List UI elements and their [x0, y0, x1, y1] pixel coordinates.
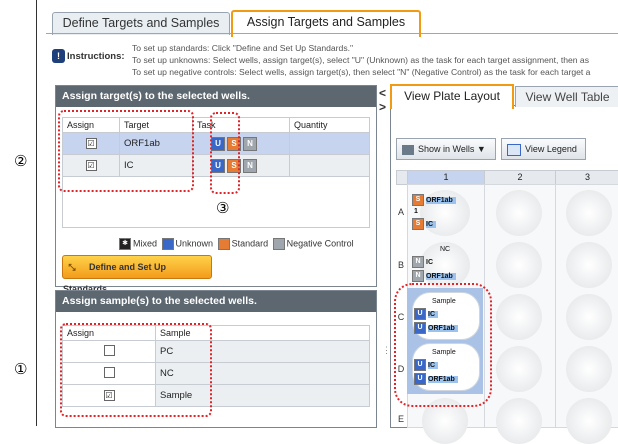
define-standards-button[interactable]: ⤡ Define and Set Up Standards: [62, 255, 212, 294]
view-legend-label: View Legend: [525, 144, 577, 154]
view-legend-button[interactable]: View Legend: [501, 138, 586, 160]
task-negative-button[interactable]: N: [243, 158, 257, 173]
row-header[interactable]: A: [396, 207, 406, 217]
negative-control-icon: [272, 238, 285, 250]
well-b1-sample: NC: [440, 246, 451, 253]
standard-icon: [217, 238, 230, 250]
well-a1-target1: S ORF1ab: [412, 194, 456, 206]
task-legend: ✱ Mixed Unknown Standard Negative Control: [117, 238, 354, 250]
well[interactable]: [496, 242, 542, 288]
assign-samples-title: Assign sample(s) to the selected wells.: [56, 291, 376, 312]
legend-mixed: Mixed: [133, 238, 158, 249]
instruction-line: To set up standards: Click "Define and S…: [132, 43, 354, 53]
wells-icon: [402, 144, 414, 155]
show-in-wells-button[interactable]: Show in Wells ▼: [396, 138, 496, 160]
legend-icon: [507, 143, 521, 156]
highlight-assign-target: [58, 110, 194, 192]
column-header[interactable]: 1: [407, 170, 485, 185]
tab-view-well-table[interactable]: View Well Table: [515, 86, 618, 107]
collapse-left-icon[interactable]: <: [379, 86, 386, 100]
quantity-cell[interactable]: [289, 154, 370, 177]
well[interactable]: [496, 398, 542, 444]
instruction-line: To set up negative controls: Select well…: [132, 67, 591, 77]
well[interactable]: [496, 190, 542, 236]
well[interactable]: [566, 190, 612, 236]
standard-task-icon: S: [412, 194, 424, 206]
tab-define-targets-samples[interactable]: Define Targets and Samples: [52, 12, 230, 35]
standards-wand-icon: ⤡: [68, 262, 76, 272]
expand-right-icon[interactable]: >: [379, 100, 386, 114]
legend-standard: Standard: [231, 238, 269, 249]
mixed-icon: ✱: [119, 238, 131, 250]
callout-one: ①: [14, 360, 28, 378]
highlight-sample-assign: [60, 323, 212, 417]
col-task: Task: [192, 117, 290, 133]
column-header[interactable]: 2: [484, 170, 556, 185]
well-a1-quantity: 1: [414, 208, 418, 215]
row-header[interactable]: B: [396, 260, 406, 270]
highlight-selected-wells: [394, 283, 492, 407]
instructions-label: Instructions:: [67, 51, 125, 62]
highlight-task: [210, 112, 240, 194]
show-in-wells-label: Show in Wells ▼: [418, 144, 486, 154]
well-a1-target2: S IC: [412, 218, 436, 230]
unknown-icon: [161, 238, 174, 250]
well[interactable]: [566, 242, 612, 288]
instructions-icon: !: [52, 49, 65, 63]
well-b1-target2: N ORF1ab: [412, 270, 456, 282]
well[interactable]: [566, 398, 612, 444]
well[interactable]: [566, 294, 612, 340]
well-b1-target1: N IC: [412, 256, 433, 268]
tab-view-plate-layout[interactable]: View Plate Layout: [390, 84, 514, 109]
column-header[interactable]: 3: [555, 170, 618, 185]
well[interactable]: [496, 294, 542, 340]
well[interactable]: [496, 346, 542, 392]
callout-three: ③: [216, 199, 230, 217]
assign-targets-title: Assign target(s) to the selected wells.: [56, 86, 376, 107]
legend-unknown: Unknown: [175, 238, 214, 249]
task-negative-button[interactable]: N: [243, 136, 257, 151]
well[interactable]: [566, 346, 612, 392]
legend-negative: Negative Control: [286, 238, 354, 249]
quantity-cell[interactable]: [289, 132, 370, 155]
row-header[interactable]: E: [396, 414, 406, 424]
standard-task-icon: S: [412, 218, 424, 230]
negative-task-icon: N: [412, 270, 424, 282]
tab-underline: [46, 33, 618, 34]
negative-task-icon: N: [412, 256, 424, 268]
instruction-line: To set up unknowns: Select wells, assign…: [132, 55, 590, 65]
col-quantity: Quantity: [289, 117, 370, 133]
callout-two: ②: [14, 152, 28, 170]
